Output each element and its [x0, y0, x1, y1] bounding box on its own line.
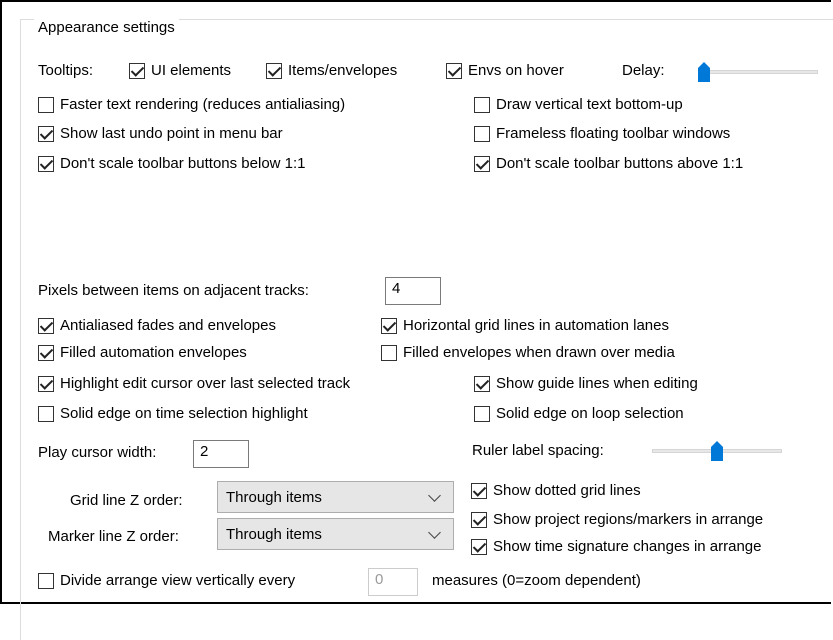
grid-option-checkbox-3[interactable]: Show time signature changes in arrange — [471, 538, 762, 555]
checkbox-label: Draw vertical text bottom-up — [496, 96, 683, 113]
checkbox-label: Filled envelopes when drawn over media — [403, 344, 675, 361]
appearance-right-checkbox-3[interactable]: Don't scale toolbar buttons above 1:1 — [474, 155, 743, 172]
checkbox-box — [38, 405, 54, 422]
tooltips-ui-elements-checkbox[interactable]: UI elements — [129, 62, 231, 79]
ruler-label-spacing-slider[interactable] — [652, 441, 782, 461]
checkbox-label: Show project regions/markers in arrange — [493, 511, 764, 528]
marker-line-z-order-label: Marker line Z order: — [48, 528, 179, 545]
checkbox-box — [38, 572, 54, 589]
checkbox-label: Show guide lines when editing — [496, 375, 698, 392]
ruler-label-spacing-label: Ruler label spacing: — [472, 442, 604, 459]
appearance-right-checkbox-1[interactable]: Draw vertical text bottom-up — [474, 96, 683, 113]
divide-measures-input[interactable]: 0 — [368, 568, 418, 596]
checkbox-label: Show time signature changes in arrange — [493, 538, 762, 555]
appearance-group-title: Appearance settings — [34, 19, 179, 36]
checkbox-label: Don't scale toolbar buttons above 1:1 — [496, 155, 744, 172]
checkbox-label: Items/envelopes — [288, 62, 398, 79]
checkbox-box — [381, 344, 397, 361]
tracks-right-checkbox-4[interactable]: Solid edge on loop selection — [474, 405, 684, 422]
checkbox-label: Envs on hover — [468, 62, 564, 79]
checkbox-label: Frameless floating toolbar windows — [496, 125, 731, 142]
checkbox-box — [474, 405, 490, 422]
play-cursor-width-input[interactable]: 2 — [193, 440, 249, 468]
checkbox-box — [38, 125, 54, 142]
checkbox-label: Show dotted grid lines — [493, 482, 641, 499]
checkbox-box — [266, 62, 282, 79]
grid-option-checkbox-2[interactable]: Show project regions/markers in arrange — [471, 511, 763, 528]
checkbox-label: Antialiased fades and envelopes — [60, 317, 276, 334]
tooltips-label: Tooltips: — [38, 62, 94, 79]
slider-thumb[interactable] — [711, 441, 723, 461]
divide-arrange-view-checkbox[interactable]: Divide arrange view vertically every — [38, 572, 295, 589]
grid-line-z-order-label: Grid line Z order: — [70, 492, 183, 509]
checkbox-box — [474, 155, 490, 172]
tracks-left-checkbox-2[interactable]: Filled automation envelopes — [38, 344, 247, 361]
tracks-right-top-checkbox-2[interactable]: Filled envelopes when drawn over media — [381, 344, 675, 361]
pixels-between-items-label: Pixels between items on adjacent tracks: — [38, 282, 309, 299]
checkbox-label: UI elements — [151, 62, 232, 79]
checkbox-box — [38, 317, 54, 334]
checkbox-box — [446, 62, 462, 79]
checkbox-box — [129, 62, 145, 79]
select-value: Through items — [226, 525, 322, 543]
select-value: Through items — [226, 488, 322, 506]
tooltips-items-envelopes-checkbox[interactable]: Items/envelopes — [266, 62, 397, 79]
checkbox-box — [471, 482, 487, 499]
chevron-down-icon — [428, 488, 441, 502]
checkbox-label: Horizontal grid lines in automation lane… — [403, 317, 669, 334]
checkbox-box — [38, 344, 54, 361]
checkbox-box — [471, 538, 487, 555]
checkbox-label: Highlight edit cursor over last selected… — [60, 375, 351, 392]
delay-slider[interactable] — [698, 62, 818, 82]
checkbox-box — [474, 375, 490, 392]
checkbox-box — [474, 96, 490, 113]
checkbox-box — [38, 155, 54, 172]
checkbox-label: Divide arrange view vertically every — [60, 572, 296, 589]
pixels-between-items-input[interactable]: 4 — [385, 277, 441, 305]
checkbox-label: Show last undo point in menu bar — [60, 125, 283, 142]
tracks-right-checkbox-3[interactable]: Show guide lines when editing — [474, 375, 698, 392]
checkbox-label: Filled automation envelopes — [60, 344, 247, 361]
checkbox-label: Solid edge on time selection highlight — [60, 405, 308, 422]
grid-line-z-order-select[interactable]: Through items — [217, 481, 454, 513]
grid-option-checkbox-1[interactable]: Show dotted grid lines — [471, 482, 641, 499]
checkbox-label: Solid edge on loop selection — [496, 405, 684, 422]
delay-label: Delay: — [622, 62, 665, 79]
appearance-right-checkbox-2[interactable]: Frameless floating toolbar windows — [474, 125, 730, 142]
appearance-left-checkbox-1[interactable]: Faster text rendering (reduces antialias… — [38, 96, 345, 113]
chevron-down-icon — [428, 525, 441, 539]
checkbox-box — [381, 317, 397, 334]
slider-track — [698, 70, 818, 74]
checkbox-box — [38, 96, 54, 113]
checkbox-label: Faster text rendering (reduces antialias… — [60, 96, 346, 113]
play-cursor-width-label: Play cursor width: — [38, 444, 157, 461]
tracks-left-checkbox-1[interactable]: Antialiased fades and envelopes — [38, 317, 276, 334]
checkbox-box — [38, 375, 54, 392]
marker-line-z-order-select[interactable]: Through items — [217, 518, 454, 550]
tooltips-envs-on-hover-checkbox[interactable]: Envs on hover — [446, 62, 564, 79]
divide-measures-suffix: measures (0=zoom dependent) — [432, 572, 641, 589]
tracks-left-checkbox-3[interactable]: Highlight edit cursor over last selected… — [38, 375, 350, 392]
tracks-right-top-checkbox-1[interactable]: Horizontal grid lines in automation lane… — [381, 317, 669, 334]
checkbox-box — [474, 125, 490, 142]
appearance-left-checkbox-2[interactable]: Show last undo point in menu bar — [38, 125, 283, 142]
checkbox-box — [471, 511, 487, 528]
checkbox-label: Don't scale toolbar buttons below 1:1 — [60, 155, 306, 172]
appearance-left-checkbox-3[interactable]: Don't scale toolbar buttons below 1:1 — [38, 155, 306, 172]
slider-thumb[interactable] — [698, 62, 710, 82]
tracks-left-checkbox-4[interactable]: Solid edge on time selection highlight — [38, 405, 308, 422]
